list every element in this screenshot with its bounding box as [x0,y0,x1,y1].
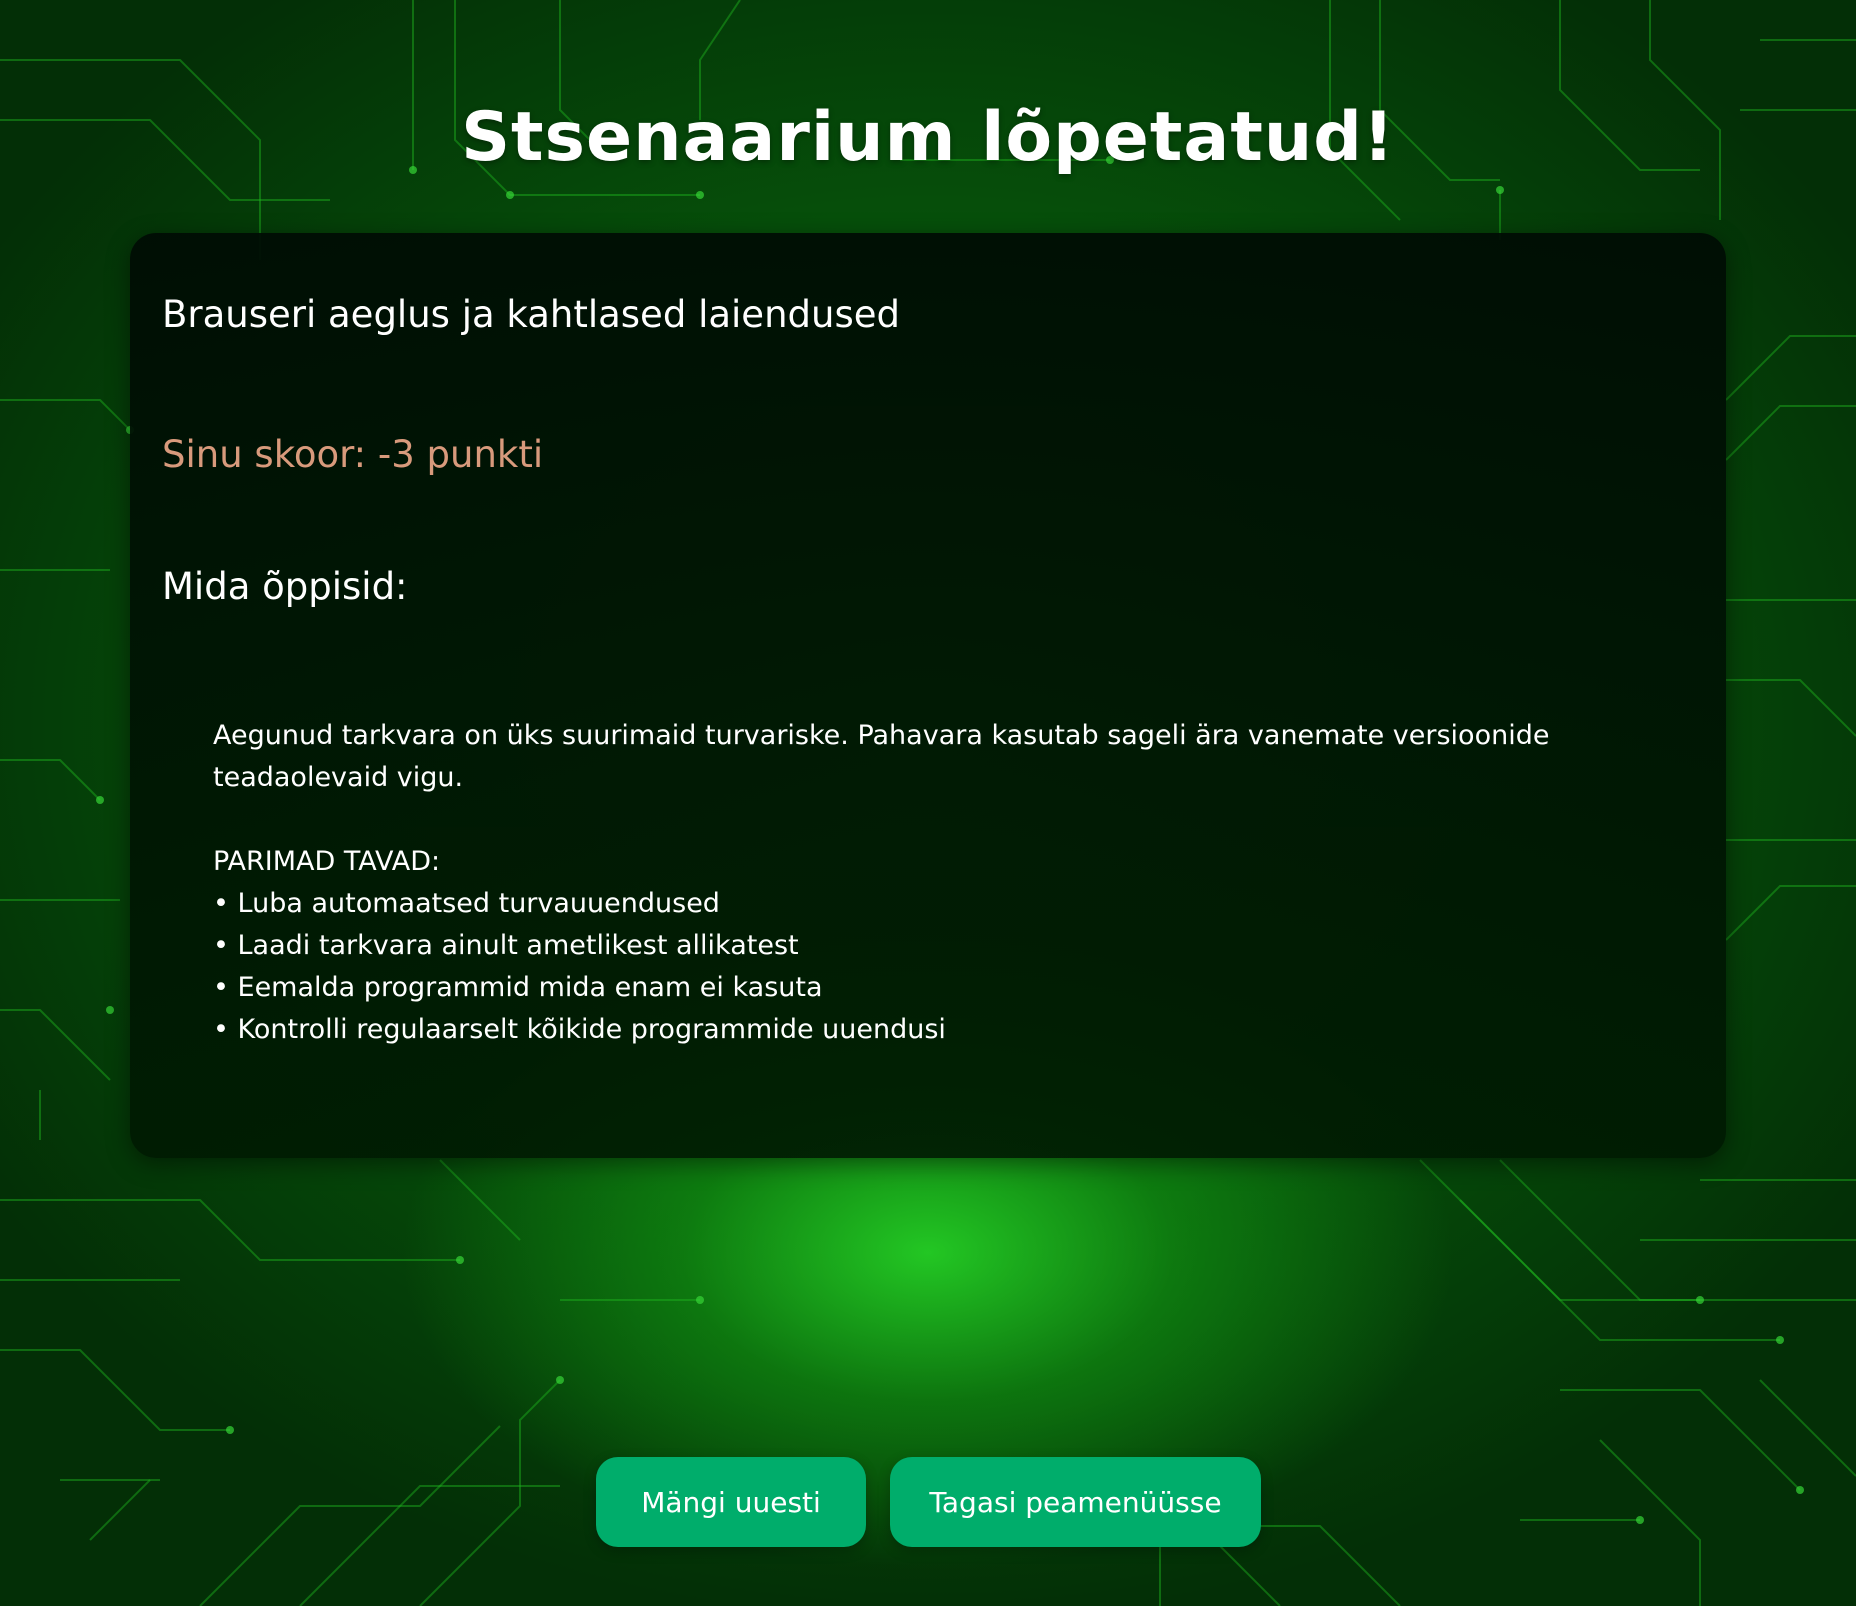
score-text: Sinu skoor: -3 punkti [162,433,544,476]
list-item: Luba automaatsed turvauuendused [213,883,1593,925]
lesson-text: Aegunud tarkvara on üks suurimaid turvar… [213,720,1550,793]
list-item: Eemalda programmid mida enam ei kasuta [213,967,1593,1009]
best-practices-heading: PARIMAD TAVAD: [213,846,441,877]
best-practices: PARIMAD TAVAD: Luba automaatsed turvauue… [213,841,1593,1051]
scenario-title: Brauseri aeglus ja kahtlased laiendused [162,293,900,336]
list-item: Laadi tarkvara ainult ametlikest allikat… [213,925,1593,967]
result-card: Brauseri aeglus ja kahtlased laiendused … [130,233,1726,1158]
list-item: Kontrolli regulaarselt kõikide programmi… [213,1009,1593,1051]
page-title: Stsenaarium lõpetatud! [461,97,1395,177]
learned-heading: Mida õppisid: [162,565,408,608]
lesson-body: Aegunud tarkvara on üks suurimaid turvar… [213,715,1593,1051]
play-again-button[interactable]: Mängi uuesti [596,1457,866,1547]
main-menu-button[interactable]: Tagasi peamenüüsse [890,1457,1261,1547]
action-buttons: Mängi uuesti Tagasi peamenüüsse [596,1457,1261,1547]
best-practices-list: Luba automaatsed turvauuendused Laadi ta… [213,883,1593,1051]
